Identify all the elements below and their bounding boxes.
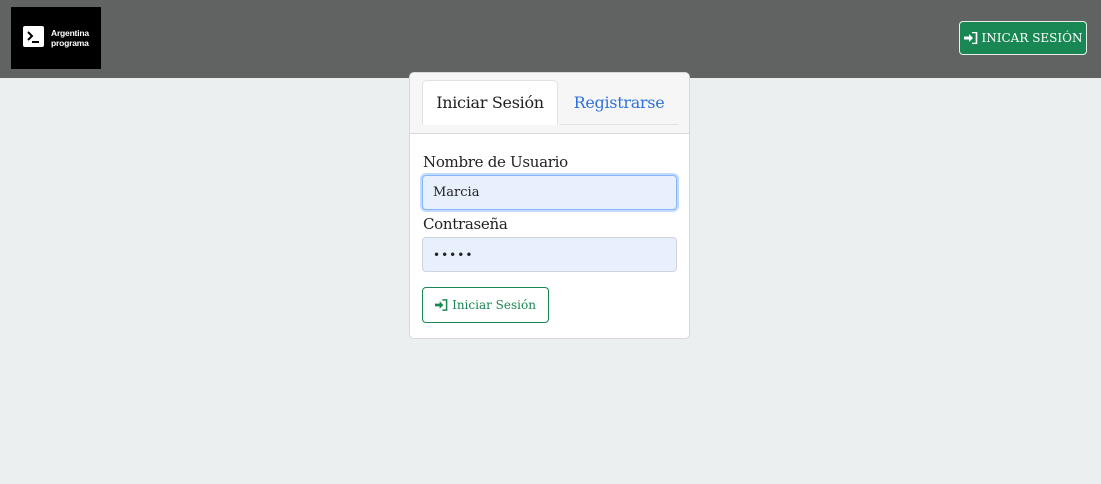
tab-register[interactable]: Registrarse <box>560 80 678 125</box>
tab-register-label: Registrarse <box>573 92 665 112</box>
username-value: Marcia <box>433 185 480 200</box>
nav-login-button[interactable]: INICAR SESIÓN <box>959 21 1087 55</box>
logo-text: Argentina programa <box>51 28 89 48</box>
top-navbar: Argentina programa INICAR SESIÓN <box>0 0 1101 78</box>
username-label: Nombre de Usuario <box>423 153 568 171</box>
login-submit-label: Iniciar Sesión <box>452 298 536 312</box>
tab-login[interactable]: Iniciar Sesión <box>422 80 558 125</box>
nav-login-label: INICAR SESIÓN <box>981 31 1083 45</box>
logo-line-2: programa <box>51 38 89 48</box>
sign-in-icon <box>963 32 977 44</box>
password-value: ••••• <box>433 247 474 262</box>
terminal-prompt-icon <box>23 26 44 47</box>
card-header: Iniciar Sesión Registrarse <box>410 73 689 134</box>
argentina-programa-logo[interactable]: Argentina programa <box>11 7 101 69</box>
tab-login-label: Iniciar Sesión <box>436 93 544 112</box>
login-card: Iniciar Sesión Registrarse Nombre de Usu… <box>409 72 690 339</box>
login-submit-button[interactable]: Iniciar Sesión <box>422 287 549 323</box>
sign-in-icon <box>435 299 448 311</box>
password-input[interactable]: ••••• <box>422 237 677 272</box>
password-label: Contraseña <box>423 215 508 233</box>
username-input[interactable]: Marcia <box>422 175 677 210</box>
logo-line-1: Argentina <box>51 28 89 38</box>
